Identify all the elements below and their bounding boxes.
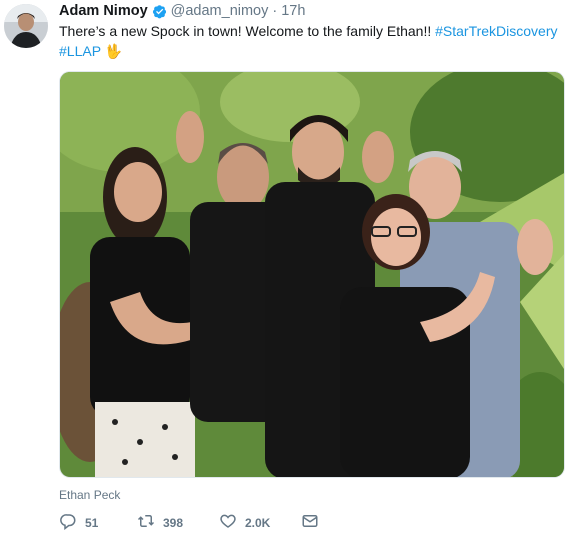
tweet-body-text: There’s a new Spock in town! Welcome to … xyxy=(59,23,436,39)
like-button[interactable]: 2.0K xyxy=(219,512,301,535)
reply-button[interactable]: 51 xyxy=(59,512,137,535)
vulcan-salute-emoji: 🖖 xyxy=(104,43,123,59)
hashtag-llap[interactable]: #LLAP xyxy=(59,43,101,59)
tweet-photo[interactable] xyxy=(59,71,565,478)
tweet-timestamp[interactable]: 17h xyxy=(281,3,305,19)
tweet-actions: 51 398 2.0K xyxy=(59,512,331,534)
separator-dot: · xyxy=(272,3,278,19)
hashtag-startrekdiscovery[interactable]: #StarTrekDiscovery xyxy=(435,23,557,39)
retweet-button[interactable]: 398 xyxy=(137,512,219,535)
author-handle[interactable]: @adam_nimoy xyxy=(171,3,269,19)
tagged-person[interactable]: Ethan Peck xyxy=(59,488,120,502)
tweet-header: Adam Nimoy @adam_nimoy · 17h xyxy=(59,2,305,20)
verified-badge-icon xyxy=(152,4,167,19)
author-name[interactable]: Adam Nimoy xyxy=(59,3,148,19)
like-icon xyxy=(219,512,237,535)
avatar-image xyxy=(4,4,48,48)
tweet-text: There’s a new Spock in town! Welcome to … xyxy=(59,21,559,61)
like-count: 2.0K xyxy=(245,516,271,530)
reply-icon xyxy=(59,512,77,535)
direct-message-button[interactable] xyxy=(301,512,331,535)
group-photo-image xyxy=(60,72,564,477)
reply-count: 51 xyxy=(85,516,99,530)
author-avatar[interactable] xyxy=(4,4,48,48)
direct-message-icon xyxy=(301,512,319,535)
retweet-count: 398 xyxy=(163,516,184,530)
retweet-icon xyxy=(137,512,155,535)
